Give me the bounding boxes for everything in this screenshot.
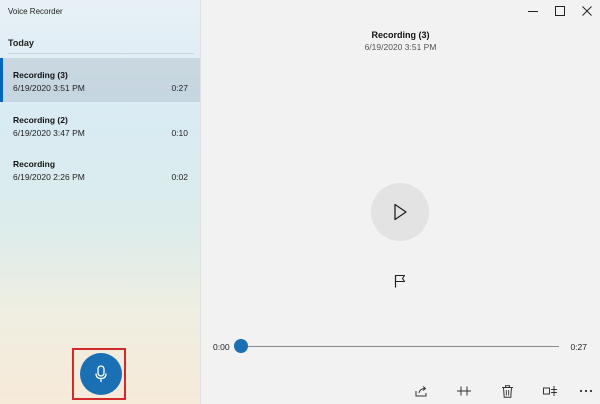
recording-date: 6/19/2020 3:47 PM xyxy=(13,128,85,138)
rename-button[interactable] xyxy=(540,381,560,401)
recording-date: 6/19/2020 2:26 PM xyxy=(13,172,85,182)
recording-duration: 0:02 xyxy=(171,172,188,182)
add-marker-button[interactable] xyxy=(392,273,408,289)
recording-duration: 0:27 xyxy=(171,83,188,93)
maximize-icon xyxy=(554,6,565,16)
recording-list-item[interactable]: Recording (2) 6/19/2020 3:47 PM 0:10 xyxy=(0,103,200,147)
window-controls xyxy=(519,0,600,22)
delete-icon xyxy=(501,384,513,398)
now-playing-title: Recording (3) xyxy=(371,30,430,40)
minimize-button[interactable] xyxy=(519,0,546,22)
sidebar: Voice Recorder Today Recording (3) 6/19/… xyxy=(0,0,201,404)
now-playing-date: 6/19/2020 3:51 PM xyxy=(364,42,437,52)
group-header-today: Today xyxy=(8,38,34,48)
recording-list-item[interactable]: Recording 6/19/2020 2:26 PM 0:02 xyxy=(0,147,200,191)
seek-thumb[interactable] xyxy=(234,339,248,353)
minimize-icon xyxy=(527,11,538,12)
share-button[interactable] xyxy=(411,381,431,401)
recording-name: Recording (3) xyxy=(13,70,68,80)
delete-button[interactable] xyxy=(497,381,517,401)
recording-duration: 0:10 xyxy=(171,128,188,138)
trim-button[interactable] xyxy=(454,381,474,401)
microphone-icon xyxy=(95,365,107,382)
rename-icon xyxy=(542,386,557,396)
more-icon xyxy=(579,389,593,393)
recording-name: Recording (2) xyxy=(13,115,68,125)
elapsed-time: 0:00 xyxy=(213,342,230,352)
seek-track[interactable] xyxy=(241,346,559,347)
maximize-button[interactable] xyxy=(546,0,573,22)
trim-icon xyxy=(457,386,471,396)
flag-icon xyxy=(394,274,406,288)
group-divider xyxy=(8,53,194,54)
recording-name: Recording xyxy=(13,159,56,169)
recording-list-item[interactable]: Recording (3) 6/19/2020 3:51 PM 0:27 xyxy=(0,58,200,102)
app-title: Voice Recorder xyxy=(8,7,63,16)
more-options-button[interactable] xyxy=(576,381,596,401)
play-button[interactable] xyxy=(371,183,429,241)
share-icon xyxy=(415,386,426,397)
bottom-toolbar xyxy=(201,381,600,401)
play-icon xyxy=(394,203,407,221)
close-icon xyxy=(581,6,592,16)
recording-date: 6/19/2020 3:51 PM xyxy=(13,83,85,93)
close-button[interactable] xyxy=(573,0,600,22)
record-button[interactable] xyxy=(80,353,122,395)
total-time: 0:27 xyxy=(570,342,587,352)
player-pane: Recording (3) 6/19/2020 3:51 PM 0:00 0:2… xyxy=(201,0,600,404)
